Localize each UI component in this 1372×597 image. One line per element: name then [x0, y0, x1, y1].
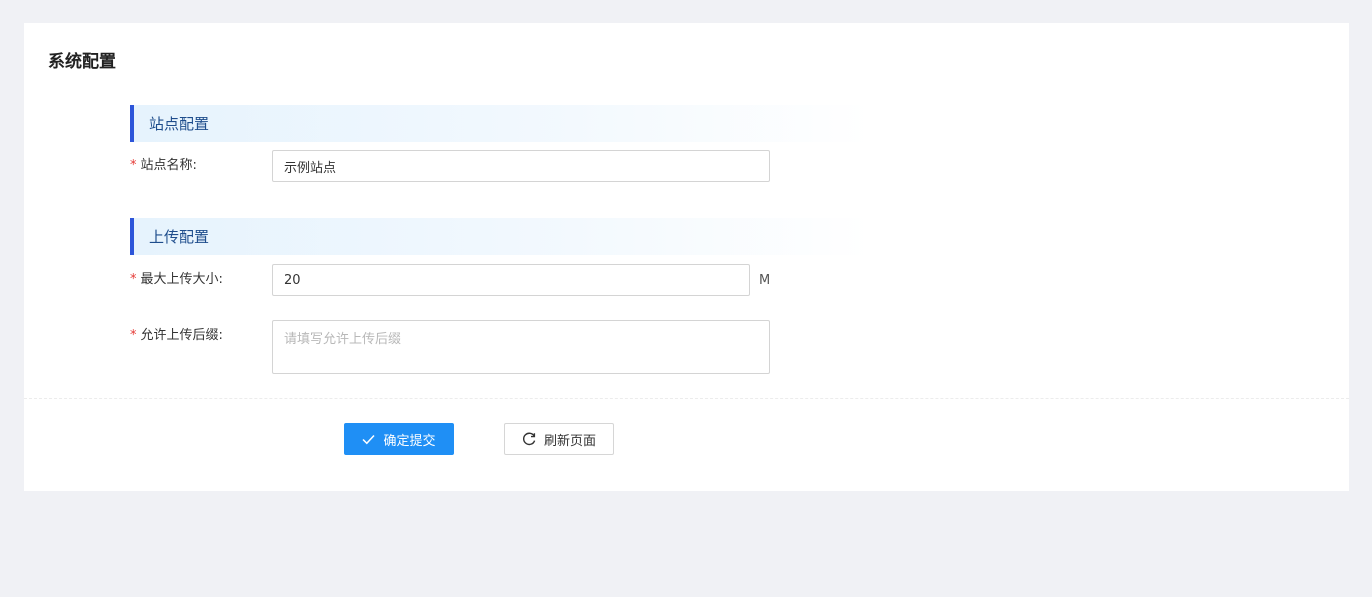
refresh-icon [522, 432, 536, 446]
refresh-button-label: 刷新页面 [543, 433, 596, 449]
max-size-unit: M [759, 273, 771, 288]
max-size-label-text: 最大上传大小: [140, 272, 223, 287]
allowed-ext-label: * 允许上传后缀: [130, 327, 223, 345]
section-title-site: 站点配置 [149, 115, 210, 133]
section-title-upload: 上传配置 [149, 228, 210, 246]
section-header-upload: 上传配置 [130, 218, 870, 255]
allowed-ext-label-text: 允许上传后缀: [140, 328, 223, 343]
check-icon [362, 434, 376, 444]
max-size-input[interactable] [272, 264, 750, 296]
section-header-site: 站点配置 [130, 105, 870, 142]
required-mark: * [130, 328, 137, 343]
required-mark: * [130, 158, 137, 173]
submit-button[interactable]: 确定提交 [344, 423, 454, 455]
refresh-button[interactable]: 刷新页面 [504, 423, 614, 455]
max-size-label: * 最大上传大小: [130, 271, 223, 289]
allowed-ext-textarea[interactable] [272, 320, 770, 374]
site-name-input[interactable] [272, 150, 770, 182]
config-card: 系统配置 站点配置 *站点名称: 上传配置 *最大上传大小: M *允许上传后缀… [24, 23, 1349, 491]
submit-button-label: 确定提交 [383, 433, 436, 449]
form-divider [24, 398, 1349, 399]
page-title: 系统配置 [48, 52, 116, 72]
site-name-label-text: 站点名称: [140, 158, 197, 173]
site-name-label: * 站点名称: [130, 157, 197, 175]
required-mark: * [130, 272, 137, 287]
